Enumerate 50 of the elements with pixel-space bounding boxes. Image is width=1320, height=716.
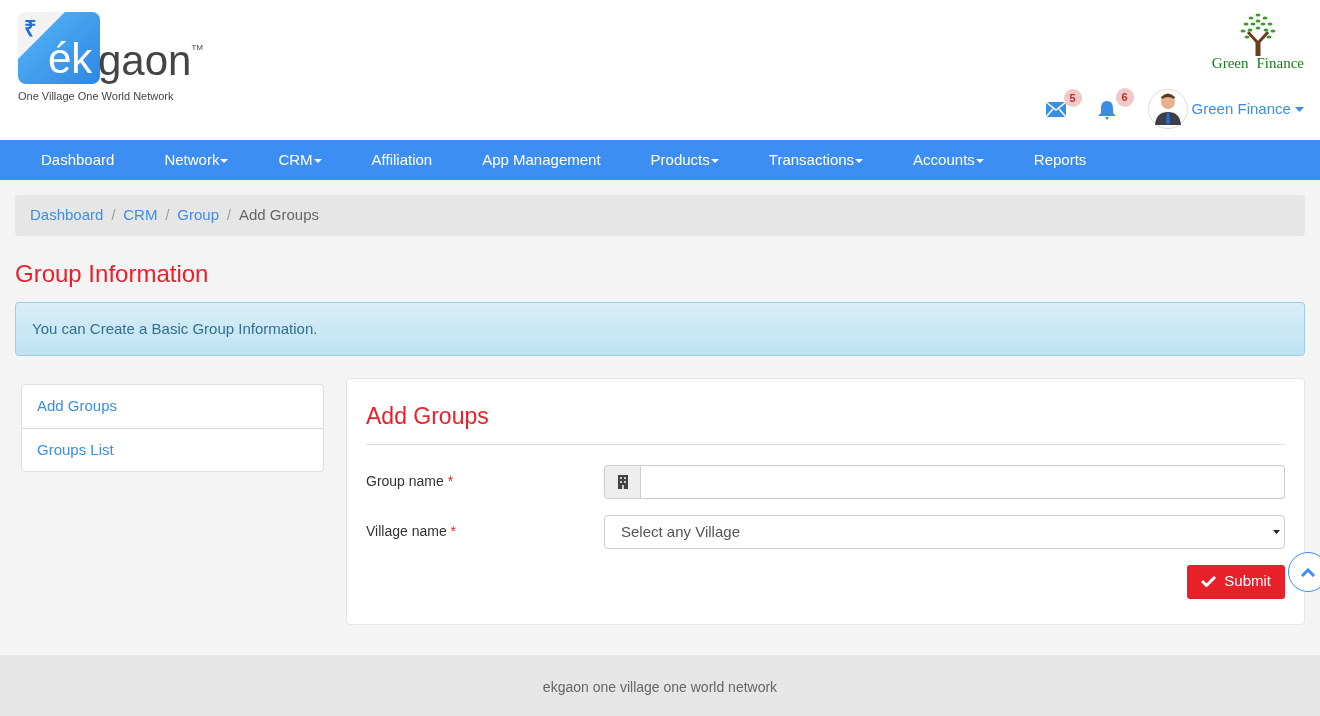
partner-logo-text: Green (1211, 56, 1249, 71)
nav-link[interactable]: App Management (457, 140, 626, 180)
user-menu[interactable]: Green Finance (1191, 97, 1304, 121)
nav-link[interactable]: Accounts (888, 140, 1009, 180)
breadcrumb-separator: / (164, 205, 171, 225)
chevron-up-icon (1301, 567, 1315, 577)
mail-icon[interactable] (1045, 102, 1066, 118)
logo-symbol: ₹ (24, 15, 37, 43)
logo-tagline: One Village One World Network (18, 89, 175, 104)
nav-link[interactable]: CRM (253, 140, 347, 180)
sidebar-link[interactable]: Groups List (22, 427, 323, 471)
caret-icon (1295, 107, 1304, 113)
footer-text: ekgaon one village one world network (542, 677, 778, 697)
info-alert: You can Create a Basic Group Information. (15, 301, 1305, 356)
caret-icon (220, 159, 229, 164)
caret-icon (855, 159, 864, 164)
logo-mark: ék (48, 38, 93, 80)
nav-link[interactable]: Reports (1008, 140, 1112, 180)
sidebar-link[interactable]: Add Groups (22, 385, 323, 428)
nav-link[interactable]: Transactions (743, 140, 889, 180)
submit-button[interactable]: Submit (1187, 564, 1285, 599)
village-select[interactable]: Select any Village (604, 514, 1285, 549)
group-name-field[interactable] (641, 464, 1285, 499)
partner-logo-text: Finance (1256, 56, 1304, 71)
breadcrumb-current: Add Groups (238, 205, 319, 225)
caret-icon (710, 159, 719, 164)
building-icon (617, 474, 628, 489)
caret-icon (975, 159, 984, 164)
nav-link[interactable]: Affiliation (346, 140, 458, 180)
nav-link[interactable]: Network (139, 140, 254, 180)
check-icon (1201, 575, 1217, 588)
breadcrumb-link[interactable]: Group (177, 204, 220, 227)
notification-count: 6 (1115, 88, 1134, 107)
message-count: 5 (1063, 88, 1082, 107)
breadcrumb-link[interactable]: CRM (123, 204, 158, 227)
nav-link[interactable]: Products (625, 140, 744, 180)
breadcrumb-separator: / (226, 205, 232, 225)
field-label: Village name * (366, 522, 458, 541)
breadcrumb-link[interactable]: Dashboard (30, 204, 104, 227)
caret-icon (313, 159, 322, 164)
breadcrumb-separator: / (110, 205, 117, 225)
nav-link[interactable]: Dashboard (16, 140, 140, 180)
logo-word: gaon (98, 40, 192, 84)
trademark: TM (191, 42, 203, 54)
dropdown-arrow-icon (1273, 529, 1280, 534)
form-title: Add Groups (366, 399, 1285, 445)
bell-icon[interactable] (1097, 99, 1116, 120)
page-title: Group Information (15, 258, 210, 289)
field-label: Group name * (366, 472, 455, 491)
avatar-icon[interactable] (1147, 87, 1188, 131)
